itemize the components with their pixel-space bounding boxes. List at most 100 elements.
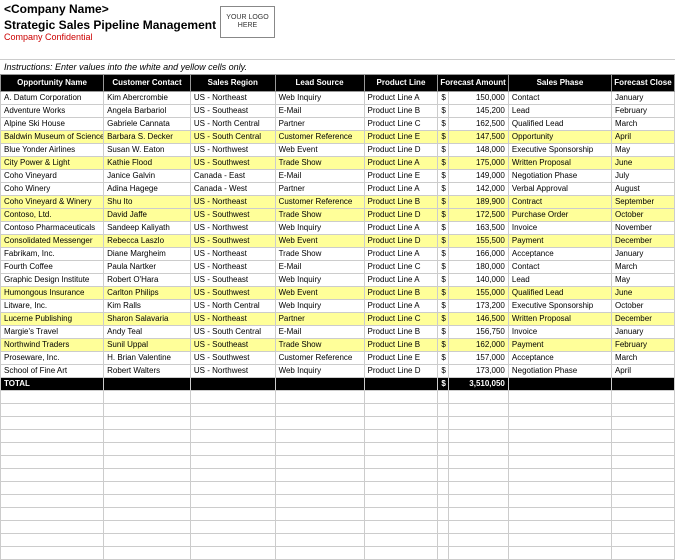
cell-opportunity[interactable]: Blue Yonder Airlines: [1, 143, 104, 156]
cell-phase[interactable]: Executive Sponsorship: [508, 299, 611, 312]
cell-opportunity[interactable]: Coho Winery: [1, 182, 104, 195]
cell-product[interactable]: Product Line B: [364, 338, 438, 351]
cell-product[interactable]: Product Line C: [364, 117, 438, 130]
table-row[interactable]: Contoso, Ltd.David JaffeUS - SouthwestTr…: [1, 208, 675, 221]
cell-phase[interactable]: Negotiation Phase: [508, 169, 611, 182]
cell-amount[interactable]: 142,000: [449, 182, 509, 195]
cell-opportunity[interactable]: Fabrikam, Inc.: [1, 247, 104, 260]
cell-region[interactable]: US - Northeast: [190, 91, 275, 104]
cell-region[interactable]: US - Southwest: [190, 156, 275, 169]
cell-contact[interactable]: Robert Walters: [104, 364, 191, 377]
cell-opportunity[interactable]: Fourth Coffee: [1, 260, 104, 273]
cell-amount[interactable]: 156,750: [449, 325, 509, 338]
cell-region[interactable]: US - Southeast: [190, 104, 275, 117]
cell-product[interactable]: Product Line A: [364, 91, 438, 104]
cell-phase[interactable]: Lead: [508, 104, 611, 117]
empty-row[interactable]: [1, 403, 675, 416]
cell-lead[interactable]: Web Inquiry: [275, 299, 364, 312]
cell-lead[interactable]: Trade Show: [275, 156, 364, 169]
cell-phase[interactable]: Payment: [508, 234, 611, 247]
logo-placeholder[interactable]: YOUR LOGO HERE: [220, 6, 275, 38]
cell-contact[interactable]: Barbara S. Decker: [104, 130, 191, 143]
cell-opportunity[interactable]: Consolidated Messenger: [1, 234, 104, 247]
cell-product[interactable]: Product Line E: [364, 351, 438, 364]
cell-amount[interactable]: 157,000: [449, 351, 509, 364]
cell-lead[interactable]: Web Inquiry: [275, 273, 364, 286]
table-row[interactable]: Northwind TradersSunil UppalUS - Southea…: [1, 338, 675, 351]
cell-lead[interactable]: Customer Reference: [275, 195, 364, 208]
cell-opportunity[interactable]: Litware, Inc.: [1, 299, 104, 312]
cell-lead[interactable]: Partner: [275, 312, 364, 325]
empty-row[interactable]: [1, 455, 675, 468]
cell-close[interactable]: February: [611, 338, 674, 351]
cell-region[interactable]: US - North Central: [190, 299, 275, 312]
cell-lead[interactable]: Trade Show: [275, 338, 364, 351]
cell-close[interactable]: September: [611, 195, 674, 208]
cell-opportunity[interactable]: Adventure Works: [1, 104, 104, 117]
cell-phase[interactable]: Invoice: [508, 221, 611, 234]
table-row[interactable]: Humongous InsuranceCarlton PhilipsUS - S…: [1, 286, 675, 299]
cell-close[interactable]: November: [611, 221, 674, 234]
empty-row[interactable]: [1, 416, 675, 429]
table-row[interactable]: Proseware, Inc.H. Brian ValentineUS - So…: [1, 351, 675, 364]
cell-close[interactable]: January: [611, 247, 674, 260]
cell-contact[interactable]: Shu Ito: [104, 195, 191, 208]
cell-region[interactable]: Canada - West: [190, 182, 275, 195]
table-row[interactable]: School of Fine ArtRobert WaltersUS - Nor…: [1, 364, 675, 377]
cell-close[interactable]: March: [611, 351, 674, 364]
cell-phase[interactable]: Executive Sponsorship: [508, 143, 611, 156]
col-contact[interactable]: Customer Contact: [104, 75, 191, 92]
cell-lead[interactable]: Partner: [275, 117, 364, 130]
cell-amount[interactable]: 189,900: [449, 195, 509, 208]
col-opportunity[interactable]: Opportunity Name: [1, 75, 104, 92]
empty-row[interactable]: [1, 507, 675, 520]
table-row[interactable]: Graphic Design InstituteRobert O'HaraUS …: [1, 273, 675, 286]
cell-opportunity[interactable]: Humongous Insurance: [1, 286, 104, 299]
cell-amount[interactable]: 147,500: [449, 130, 509, 143]
cell-amount[interactable]: 155,500: [449, 234, 509, 247]
cell-product[interactable]: Product Line E: [364, 130, 438, 143]
cell-region[interactable]: US - Southwest: [190, 351, 275, 364]
cell-opportunity[interactable]: A. Datum Corporation: [1, 91, 104, 104]
cell-opportunity[interactable]: Lucerne Publishing: [1, 312, 104, 325]
cell-phase[interactable]: Lead: [508, 273, 611, 286]
table-row[interactable]: Coho Vineyard & WineryShu ItoUS - Northe…: [1, 195, 675, 208]
table-row[interactable]: Baldwin Museum of ScienceBarbara S. Deck…: [1, 130, 675, 143]
cell-amount[interactable]: 166,000: [449, 247, 509, 260]
cell-contact[interactable]: Janice Galvin: [104, 169, 191, 182]
empty-row[interactable]: [1, 390, 675, 403]
col-amount[interactable]: Forecast Amount: [438, 75, 509, 92]
cell-amount[interactable]: 155,000: [449, 286, 509, 299]
cell-lead[interactable]: Trade Show: [275, 208, 364, 221]
cell-opportunity[interactable]: Baldwin Museum of Science: [1, 130, 104, 143]
cell-opportunity[interactable]: Contoso, Ltd.: [1, 208, 104, 221]
cell-region[interactable]: US - South Central: [190, 130, 275, 143]
cell-contact[interactable]: Rebecca Laszlo: [104, 234, 191, 247]
cell-amount[interactable]: 148,000: [449, 143, 509, 156]
cell-close[interactable]: August: [611, 182, 674, 195]
cell-opportunity[interactable]: City Power & Light: [1, 156, 104, 169]
table-row[interactable]: Blue Yonder AirlinesSusan W. EatonUS - N…: [1, 143, 675, 156]
cell-close[interactable]: December: [611, 234, 674, 247]
cell-close[interactable]: April: [611, 364, 674, 377]
cell-opportunity[interactable]: Coho Vineyard: [1, 169, 104, 182]
cell-phase[interactable]: Invoice: [508, 325, 611, 338]
cell-product[interactable]: Product Line B: [364, 325, 438, 338]
cell-opportunity[interactable]: Contoso Pharmaceuticals: [1, 221, 104, 234]
table-row[interactable]: Coho WineryAdina HagegeCanada - WestPart…: [1, 182, 675, 195]
cell-phase[interactable]: Acceptance: [508, 351, 611, 364]
col-lead[interactable]: Lead Source: [275, 75, 364, 92]
table-row[interactable]: Lucerne PublishingSharon SalavariaUS - N…: [1, 312, 675, 325]
cell-contact[interactable]: Robert O'Hara: [104, 273, 191, 286]
cell-phase[interactable]: Written Proposal: [508, 312, 611, 325]
cell-lead[interactable]: Web Inquiry: [275, 91, 364, 104]
cell-opportunity[interactable]: Coho Vineyard & Winery: [1, 195, 104, 208]
cell-region[interactable]: US - Northeast: [190, 247, 275, 260]
cell-phase[interactable]: Qualified Lead: [508, 117, 611, 130]
cell-opportunity[interactable]: Margie's Travel: [1, 325, 104, 338]
cell-region[interactable]: US - Southwest: [190, 234, 275, 247]
cell-product[interactable]: Product Line A: [364, 156, 438, 169]
cell-close[interactable]: January: [611, 325, 674, 338]
table-row[interactable]: Litware, Inc.Kim RallsUS - North Central…: [1, 299, 675, 312]
cell-region[interactable]: US - Southwest: [190, 208, 275, 221]
